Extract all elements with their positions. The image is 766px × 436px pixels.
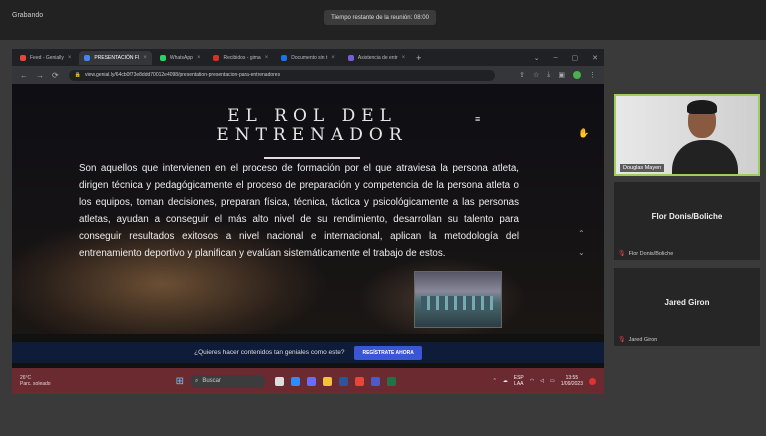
window-controls: ⌄ – ▢ ✕ — [534, 54, 598, 62]
participant-name: Jared Giron — [664, 298, 710, 307]
active-speaker-video[interactable]: Douglas Mayen — [614, 94, 760, 176]
slide-body-text: Son aquellos que intervienen en el proce… — [79, 163, 519, 260]
new-tab-icon[interactable]: + — [416, 53, 421, 63]
address-bar[interactable]: 🔒 view.genial.ly/64cb0f73e8ddd70012e4098… — [68, 69, 495, 81]
participant-tile[interactable]: Jared Giron 🎙 Jared Giron — [614, 268, 760, 346]
meet-app-icon[interactable] — [306, 376, 316, 386]
close-icon[interactable]: × — [68, 55, 72, 61]
browser-tab[interactable]: Documento sin t × — [276, 51, 340, 65]
back-icon[interactable]: ← — [20, 71, 28, 80]
reload-icon[interactable]: ⟳ — [52, 71, 59, 80]
file-explorer-icon[interactable] — [322, 376, 332, 386]
browser-toolbar: ← → ⟳ 🔒 view.genial.ly/64cb0f73e8ddd7001… — [12, 66, 604, 84]
forms-favicon-icon — [347, 54, 354, 61]
register-button[interactable]: REGÍSTRATE AHORA — [354, 345, 422, 360]
tray-chevron-icon[interactable]: ⌃ — [493, 378, 497, 384]
taskbar-clock[interactable]: 13:55 1/09/2023 — [561, 375, 583, 387]
forward-icon[interactable]: → — [36, 71, 44, 80]
windows-start-icon[interactable]: ⊞ — [176, 376, 184, 387]
slide-menu-icon[interactable]: ≡ — [475, 114, 480, 124]
mic-muted-icon: 🎙 — [618, 251, 626, 257]
search-placeholder: Buscar — [202, 378, 222, 384]
presentation-slide: EL ROL DEL ENTRENADOR ≡ ✋ Son aquellos q… — [12, 84, 604, 334]
browser-toolbar-icons: ⇪ ☆ ⤓ ▣ ⋮ — [519, 71, 596, 79]
wifi-icon[interactable]: ◠ — [530, 378, 534, 384]
browser-tab[interactable]: Recibidos - gima × — [208, 51, 273, 65]
close-icon[interactable]: × — [197, 55, 201, 61]
participant-label: 🎙 Flor Donis/Boliche — [618, 250, 674, 258]
word-app-icon[interactable] — [338, 376, 348, 386]
weather-widget[interactable]: 26°C Parc. soleado — [20, 375, 51, 387]
lock-icon: 🔒 — [74, 72, 81, 78]
chrome-app-icon[interactable] — [354, 376, 364, 386]
participant-tile[interactable]: Flor Donis/Boliche 🎙 Flor Donis/Boliche — [614, 182, 760, 260]
notification-icon[interactable] — [589, 377, 596, 385]
docs-favicon-icon — [281, 54, 288, 61]
taskbar-search[interactable]: ⌕ Buscar — [189, 374, 265, 388]
close-icon[interactable]: × — [143, 55, 147, 61]
profile-avatar-icon[interactable] — [573, 71, 581, 79]
chevron-up-icon[interactable]: ⌃ — [578, 229, 585, 238]
video-name-label: Douglas Mayen — [620, 164, 665, 172]
download-icon[interactable]: ⤓ — [547, 71, 550, 79]
gym-equipment-graphic — [421, 296, 493, 310]
browser-tab[interactable]: WhatsApp × — [155, 51, 206, 65]
chevron-down-icon[interactable]: ⌄ — [578, 248, 585, 257]
windows-taskbar: 26°C Parc. soleado ⊞ ⌕ Buscar ⌃ ☁ ESP LA… — [12, 368, 604, 394]
participant-name: Flor Donis/Boliche — [651, 212, 723, 221]
bookmark-star-icon[interactable]: ☆ — [533, 71, 539, 79]
genially-favicon-icon — [20, 54, 26, 61]
shared-screen: Feed - Genially × PRESENTACIÓN FI × WhatsA… — [12, 49, 604, 394]
browser-tab-strip: Feed - Genially × PRESENTACIÓN FI × WhatsA… — [12, 49, 604, 66]
mic-muted-icon: 🎙 — [618, 337, 626, 343]
meeting-top-bar: Grabando Tiempo restante de la reunión: … — [0, 0, 766, 40]
close-icon[interactable]: × — [265, 55, 269, 61]
search-icon: ⌕ — [194, 377, 199, 384]
language-indicator[interactable]: ESP LAA — [514, 375, 524, 387]
taskbar-apps — [274, 376, 396, 386]
hand-pointer-icon[interactable]: ✋ — [578, 128, 589, 139]
minimize-icon[interactable]: – — [554, 54, 558, 62]
speaker-hair — [687, 100, 717, 114]
close-icon[interactable]: × — [402, 55, 406, 61]
browser-tab[interactable]: Asistencia de entr × — [343, 51, 410, 65]
share-icon[interactable]: ⇪ — [519, 71, 525, 79]
task-view-icon[interactable] — [274, 376, 284, 386]
browser-tab[interactable]: Feed - Genially × — [15, 51, 76, 65]
sidebar-icon[interactable]: ▣ — [558, 71, 565, 79]
signup-banner: ¿Quieres hacer contenidos tan geniales c… — [12, 342, 604, 363]
gym-photo — [414, 271, 502, 328]
maximize-icon[interactable]: ▢ — [572, 54, 579, 62]
participant-label: 🎙 Jared Giron — [618, 336, 658, 344]
whatsapp-favicon-icon — [159, 54, 166, 61]
cloud-icon[interactable]: ☁ — [503, 378, 508, 384]
battery-icon[interactable]: ▭ — [550, 378, 555, 384]
weather-desc: Parc. soleado — [20, 381, 51, 387]
google-favicon-icon — [84, 54, 91, 61]
meeting-timer-banner: Tiempo restante de la reunión: 08:00 — [324, 10, 436, 25]
zoom-app-icon[interactable] — [290, 376, 300, 386]
title-divider — [264, 157, 360, 159]
slide-nav-arrows: ⌃ ⌄ — [578, 229, 585, 257]
slide-title: EL ROL DEL ENTRENADOR — [216, 106, 408, 145]
close-icon[interactable]: × — [331, 55, 335, 61]
gmail-favicon-icon — [213, 54, 220, 61]
more-menu-icon[interactable]: ⋮ — [589, 71, 596, 79]
system-tray: ⌃ ☁ ESP LAA ◠ ◁ ▭ 13:55 1/09/2023 — [493, 375, 596, 387]
volume-icon[interactable]: ◁ — [540, 378, 544, 384]
close-window-icon[interactable]: ✕ — [592, 54, 598, 62]
teams-app-icon[interactable] — [370, 376, 380, 386]
excel-app-icon[interactable] — [386, 376, 396, 386]
browser-tab-active[interactable]: PRESENTACIÓN FI × — [79, 50, 152, 65]
url-text: view.genial.ly/64cb0f73e8ddd70012e4098/p… — [84, 72, 281, 78]
tab-search-icon[interactable]: ⌄ — [534, 54, 540, 62]
recording-label: Grabando — [12, 12, 44, 19]
signup-question: ¿Quieres hacer contenidos tan geniales c… — [194, 349, 345, 356]
